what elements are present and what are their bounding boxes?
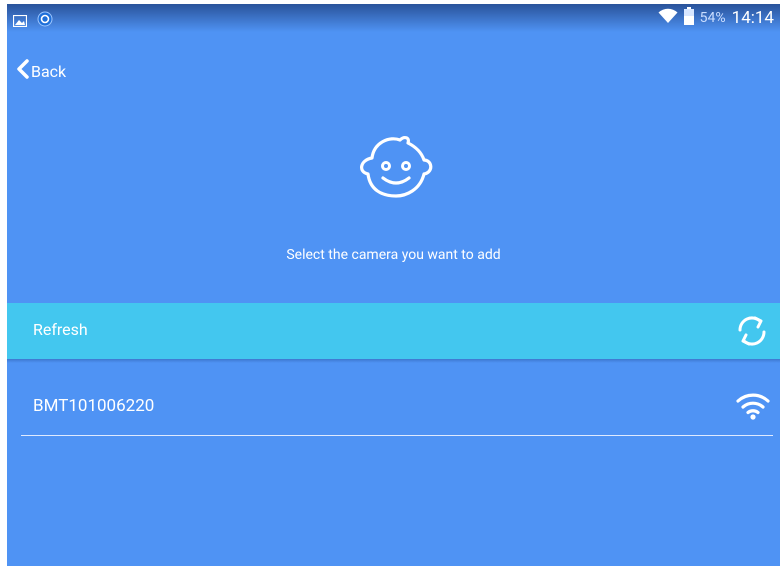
instruction-text: Select the camera you want to add [286, 247, 501, 263]
refresh-icon[interactable] [736, 314, 768, 352]
battery-icon [683, 7, 694, 29]
baby-face-icon [350, 132, 442, 204]
app-notification-icon [37, 11, 53, 31]
wifi-signal-icon [735, 392, 771, 424]
chevron-left-icon [17, 59, 31, 83]
back-button[interactable]: Back [17, 59, 66, 83]
clock: 14:14 [731, 8, 774, 28]
camera-name: BMT101006220 [33, 396, 155, 416]
refresh-label: Refresh [33, 320, 88, 339]
gallery-icon [12, 12, 28, 31]
back-label: Back [31, 61, 67, 81]
camera-list-item[interactable]: BMT101006220 [21, 382, 773, 436]
app-screen: 54% 14:14 Back Select the camera you wan… [7, 4, 780, 566]
refresh-bar-shadow [7, 359, 780, 363]
battery-percent: 54% [699, 10, 726, 26]
refresh-bar[interactable]: Refresh [7, 303, 780, 359]
wifi-icon [658, 8, 678, 28]
status-bar: 54% 14:14 [7, 4, 780, 32]
